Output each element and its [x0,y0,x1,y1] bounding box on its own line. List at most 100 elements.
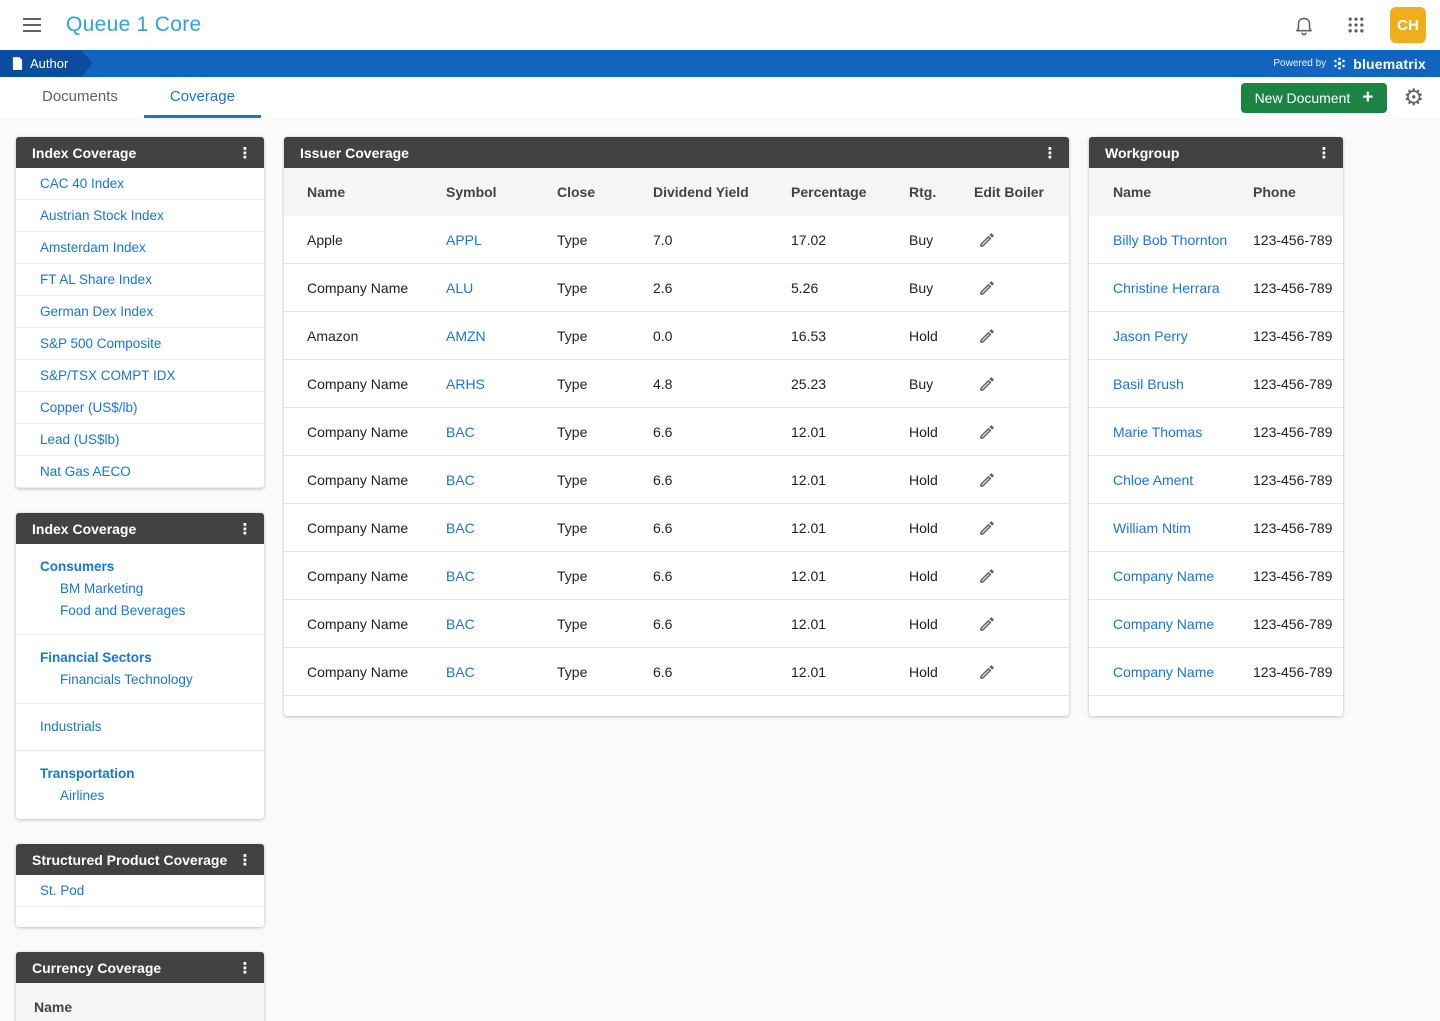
workgroup-member-link[interactable]: William Ntim [1113,520,1253,536]
sector-groups: Consumers BM Marketing Food and Beverage… [16,544,264,819]
edit-pencil-icon[interactable] [974,615,1059,633]
document-icon [12,57,23,70]
issuer-name: Company Name [307,519,409,536]
issuer-name: Company Name [307,471,409,488]
tab-coverage[interactable]: Coverage [143,77,261,118]
issuer-symbol-link[interactable]: BAC [446,472,557,488]
app-logo[interactable]: Queue 1 Core [66,13,202,37]
workgroup-member-link[interactable]: Jason Perry [1113,328,1253,344]
edit-pencil-icon[interactable] [974,567,1059,585]
sector-group: Financial Sectors Financials Technology [16,635,264,704]
issuer-symbol-link[interactable]: BAC [446,616,557,632]
index-link[interactable]: Copper (US$/lb) [16,392,264,424]
structured-product-link[interactable]: St. Pod [16,875,264,907]
index-link[interactable]: Amsterdam Index [16,232,264,264]
sector-heading-link[interactable]: Financial Sectors [16,647,264,669]
issuer-percentage: 12.01 [791,567,827,584]
issuer-dividend-yield: 6.6 [653,423,673,440]
table-row: Basil Brush 123-456-789 [1089,360,1343,408]
workgroup-member-link[interactable]: Chloe Ament [1113,472,1253,488]
issuer-symbol-link[interactable]: ALU [446,280,557,296]
sector-heading-link[interactable]: Transportation [16,763,264,785]
edit-pencil-icon[interactable] [974,375,1059,393]
sector-heading-link[interactable]: Industrials [16,716,264,738]
issuer-rating: Buy [909,279,934,296]
issuer-name: Company Name [307,375,409,392]
issuer-name: Company Name [307,567,409,584]
kebab-menu-icon[interactable]: ⋮ [232,140,258,166]
kebab-menu-icon[interactable]: ⋮ [1037,140,1063,166]
kebab-menu-icon[interactable]: ⋮ [232,516,258,542]
user-avatar[interactable]: CH [1390,7,1426,43]
index-link[interactable]: Nat Gas AECO [16,456,264,488]
index-link[interactable]: S&P 500 Composite [16,328,264,360]
index-link[interactable]: Austrian Stock Index [16,200,264,232]
edit-pencil-icon[interactable] [974,663,1059,681]
workgroup-member-link[interactable]: Christine Herrara [1113,280,1253,296]
workgroup-phone: 123-456-789 [1253,471,1333,488]
menu-icon[interactable] [14,7,50,43]
table-row: Company Name BAC Type 6.6 12.01 Hold [284,600,1069,648]
right-column: Workgroup ⋮ Name Phone Billy Bob Thornto… [1089,137,1343,716]
index-link[interactable]: FT AL Share Index [16,264,264,296]
issuer-rating: Buy [909,375,934,392]
index-link[interactable]: S&P/TSX COMPT IDX [16,360,264,392]
issuer-symbol-link[interactable]: BAC [446,568,557,584]
kebab-menu-icon[interactable]: ⋮ [1311,140,1337,166]
index-coverage-list: CAC 40 Index Austrian Stock Index Amster… [16,168,264,488]
index-link[interactable]: Lead (US$lb) [16,424,264,456]
sector-child-link[interactable]: Food and Beverages [16,600,264,622]
sector-child-link[interactable]: BM Marketing [16,578,264,600]
table-row: Company Name BAC Type 6.6 12.01 Hold [284,648,1069,696]
workgroup-member-link[interactable]: Billy Bob Thornton [1113,232,1253,248]
sector-child-link[interactable]: Financials Technology [16,669,264,691]
issuer-rating: Hold [909,327,938,344]
issuer-symbol-link[interactable]: BAC [446,664,557,680]
tab-documents[interactable]: Documents [16,77,144,118]
workgroup-phone: 123-456-789 [1253,375,1333,392]
index-link[interactable]: CAC 40 Index [16,168,264,200]
issuer-symbol-link[interactable]: BAC [446,520,557,536]
apps-grid-icon[interactable] [1338,7,1374,43]
card-title: Structured Product Coverage [32,851,228,868]
settings-gear-icon[interactable]: ⚙ [1403,86,1424,109]
new-document-button[interactable]: New Document + [1240,82,1388,113]
edit-pencil-icon[interactable] [974,279,1059,297]
edit-pencil-icon[interactable] [974,231,1059,249]
table-row: Christine Herrara 123-456-789 [1089,264,1343,312]
workgroup-member-link[interactable]: Marie Thomas [1113,424,1253,440]
issuer-close: Type [557,231,588,248]
issuer-dividend-yield: 6.6 [653,471,673,488]
workgroup-member-link[interactable]: Basil Brush [1113,376,1253,392]
workgroup-member-link[interactable]: Company Name [1113,616,1253,632]
structured-product-coverage-card: Structured Product Coverage ⋮ St. Pod [16,844,264,927]
kebab-menu-icon[interactable]: ⋮ [232,847,258,873]
table-row: William Ntim 123-456-789 [1089,504,1343,552]
index-link[interactable]: German Dex Index [16,296,264,328]
edit-pencil-icon[interactable] [974,519,1059,537]
issuer-symbol-link[interactable]: AMZN [446,328,557,344]
index-coverage-card: Index Coverage ⋮ CAC 40 Index Austrian S… [16,137,264,488]
kebab-menu-icon[interactable]: ⋮ [232,955,258,981]
column-header: Name [34,999,73,1015]
issuer-dividend-yield: 6.6 [653,663,673,680]
left-column: Index Coverage ⋮ CAC 40 Index Austrian S… [16,137,264,1021]
column-header: Percentage [791,184,867,200]
edit-pencil-icon[interactable] [974,423,1059,441]
workgroup-member-link[interactable]: Company Name [1113,568,1253,584]
tabs-actions: New Document + ⚙ [1240,77,1424,118]
sector-child-link[interactable]: Airlines [16,785,264,807]
author-tab[interactable]: Author [0,50,92,77]
workgroup-member-link[interactable]: Company Name [1113,664,1253,680]
issuer-symbol-link[interactable]: ARHS [446,376,557,392]
issuer-symbol-link[interactable]: BAC [446,424,557,440]
column-header: Name [1113,184,1152,200]
edit-pencil-icon[interactable] [974,471,1059,489]
edit-pencil-icon[interactable] [974,327,1059,345]
author-banner: Author Powered by bluematrix [0,50,1440,77]
issuer-symbol-link[interactable]: APPL [446,232,557,248]
card-title: Issuer Coverage [300,144,409,161]
notifications-bell-icon[interactable] [1286,7,1322,43]
sector-heading-link[interactable]: Consumers [16,556,264,578]
workgroup-phone: 123-456-789 [1253,567,1333,584]
